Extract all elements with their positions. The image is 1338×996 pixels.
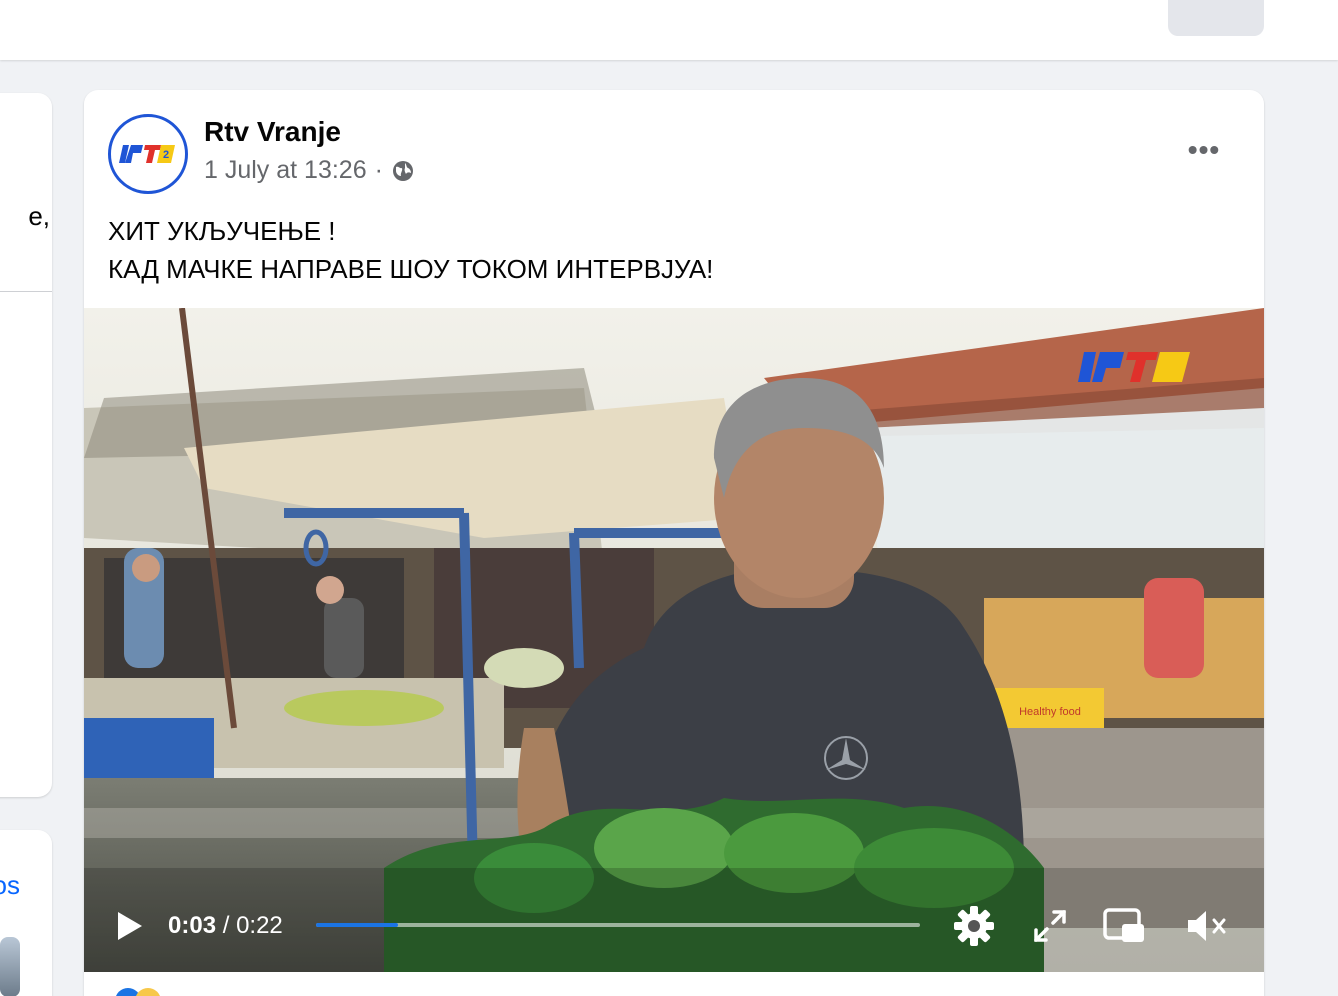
play-icon[interactable] (114, 910, 144, 942)
divider (0, 291, 52, 292)
reaction-icons[interactable] (114, 986, 174, 996)
meta-separator: · (374, 156, 383, 184)
settings-icon[interactable] (952, 904, 996, 948)
seek-bar[interactable] (316, 923, 920, 927)
sidebar-link-fragment[interactable]: os (0, 870, 20, 901)
post-timestamp[interactable]: 1 July at 13:26 (204, 156, 367, 185)
duration: 0:22 (236, 912, 283, 939)
post-text-line: ХИТ УКЉУЧЕЊЕ ! (108, 216, 336, 246)
feed-post: 2 Rtv Vranje 1 July at 13:26 · ••• ХИТ У… (84, 90, 1264, 996)
video-controls: 0:03 / 0:22 (84, 888, 1264, 972)
left-sidebar-card-2: os (0, 830, 52, 996)
sidebar-text-fragment: e, (28, 201, 50, 231)
post-meta: 1 July at 13:26 · (204, 156, 415, 185)
video-frame: Healthy food (84, 308, 1264, 972)
menu-button[interactable]: ••• (1168, 0, 1264, 36)
video-player[interactable]: Healthy food 0:03 / 0:22 (84, 308, 1264, 972)
left-sidebar-card: e, (0, 93, 52, 797)
seek-progress (316, 923, 399, 927)
iptv-logo-icon: 2 (119, 145, 175, 163)
picture-in-picture-icon[interactable] (1102, 906, 1146, 946)
top-navigation-bar: ••• (0, 0, 1338, 60)
sidebar-thumbnail[interactable] (0, 937, 20, 996)
muted-icon[interactable] (1184, 906, 1234, 946)
svg-text:2: 2 (163, 149, 169, 161)
post-text-line: КАД МАЧКЕ НАПРАВЕ ШОУ ТОКОМ ИНТЕРВЈУА! (108, 254, 714, 284)
page-name-link[interactable]: Rtv Vranje (204, 116, 341, 148)
post-text: ХИТ УКЉУЧЕЊЕ ! КАД МАЧКЕ НАПРАВЕ ШОУ ТОК… (108, 212, 713, 288)
current-time: 0:03 (168, 912, 217, 939)
globe-icon[interactable] (391, 159, 415, 183)
more-icon: ••• (1203, 0, 1229, 10)
fullscreen-icon[interactable] (1030, 906, 1070, 946)
video-time: 0:03 / 0:22 (168, 912, 283, 940)
time-separator: / (222, 912, 230, 939)
page-avatar[interactable]: 2 (108, 114, 188, 194)
box-label: Healthy food (1019, 706, 1081, 718)
more-icon: ••• (1187, 134, 1221, 165)
post-options-button[interactable]: ••• (1174, 130, 1234, 170)
